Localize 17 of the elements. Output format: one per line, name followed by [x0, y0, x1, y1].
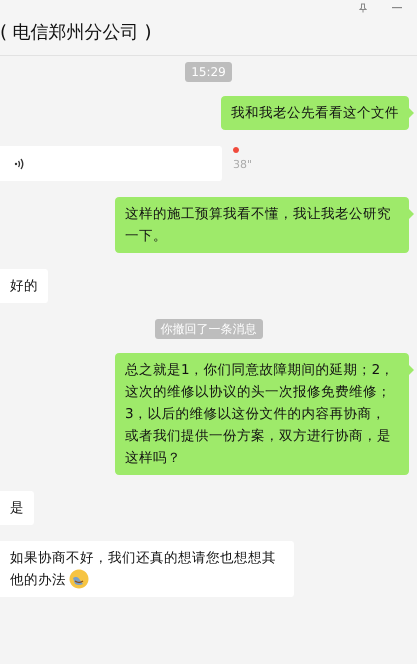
message-bubble: 是	[0, 491, 34, 525]
system-notice: 你撤回了一条消息	[154, 319, 262, 339]
bubble-tail	[409, 108, 414, 118]
message-bubble: 好的	[0, 269, 48, 303]
pin-button[interactable]	[356, 2, 370, 14]
message-bubble: 如果协商不好，我们还真的想请您也想想其他的办法	[0, 541, 294, 597]
bubble-tail	[409, 365, 414, 375]
bubble-tail	[409, 209, 414, 219]
minimize-icon	[392, 7, 402, 9]
message-bubble: 总之就是1，你们同意故障期间的延期；2，这次的维修以协议的头一次报修免费维修；3，以后的维修以这份文件的内容再协商，或者我们提供一份方案，双方进行协商，是这样吗？	[115, 353, 409, 475]
voice-duration: 38"	[233, 159, 252, 171]
pin-icon	[359, 3, 367, 13]
message-bubble: 这样的施工预算我看不懂，我让我老公研究一下。	[115, 197, 409, 253]
system-notice: 15:29	[185, 62, 232, 82]
sound-icon	[14, 158, 24, 170]
message-bubble: 我和我老公先看看这个文件	[221, 96, 409, 130]
window-title: ( 电信郑州分公司 )	[0, 21, 152, 44]
